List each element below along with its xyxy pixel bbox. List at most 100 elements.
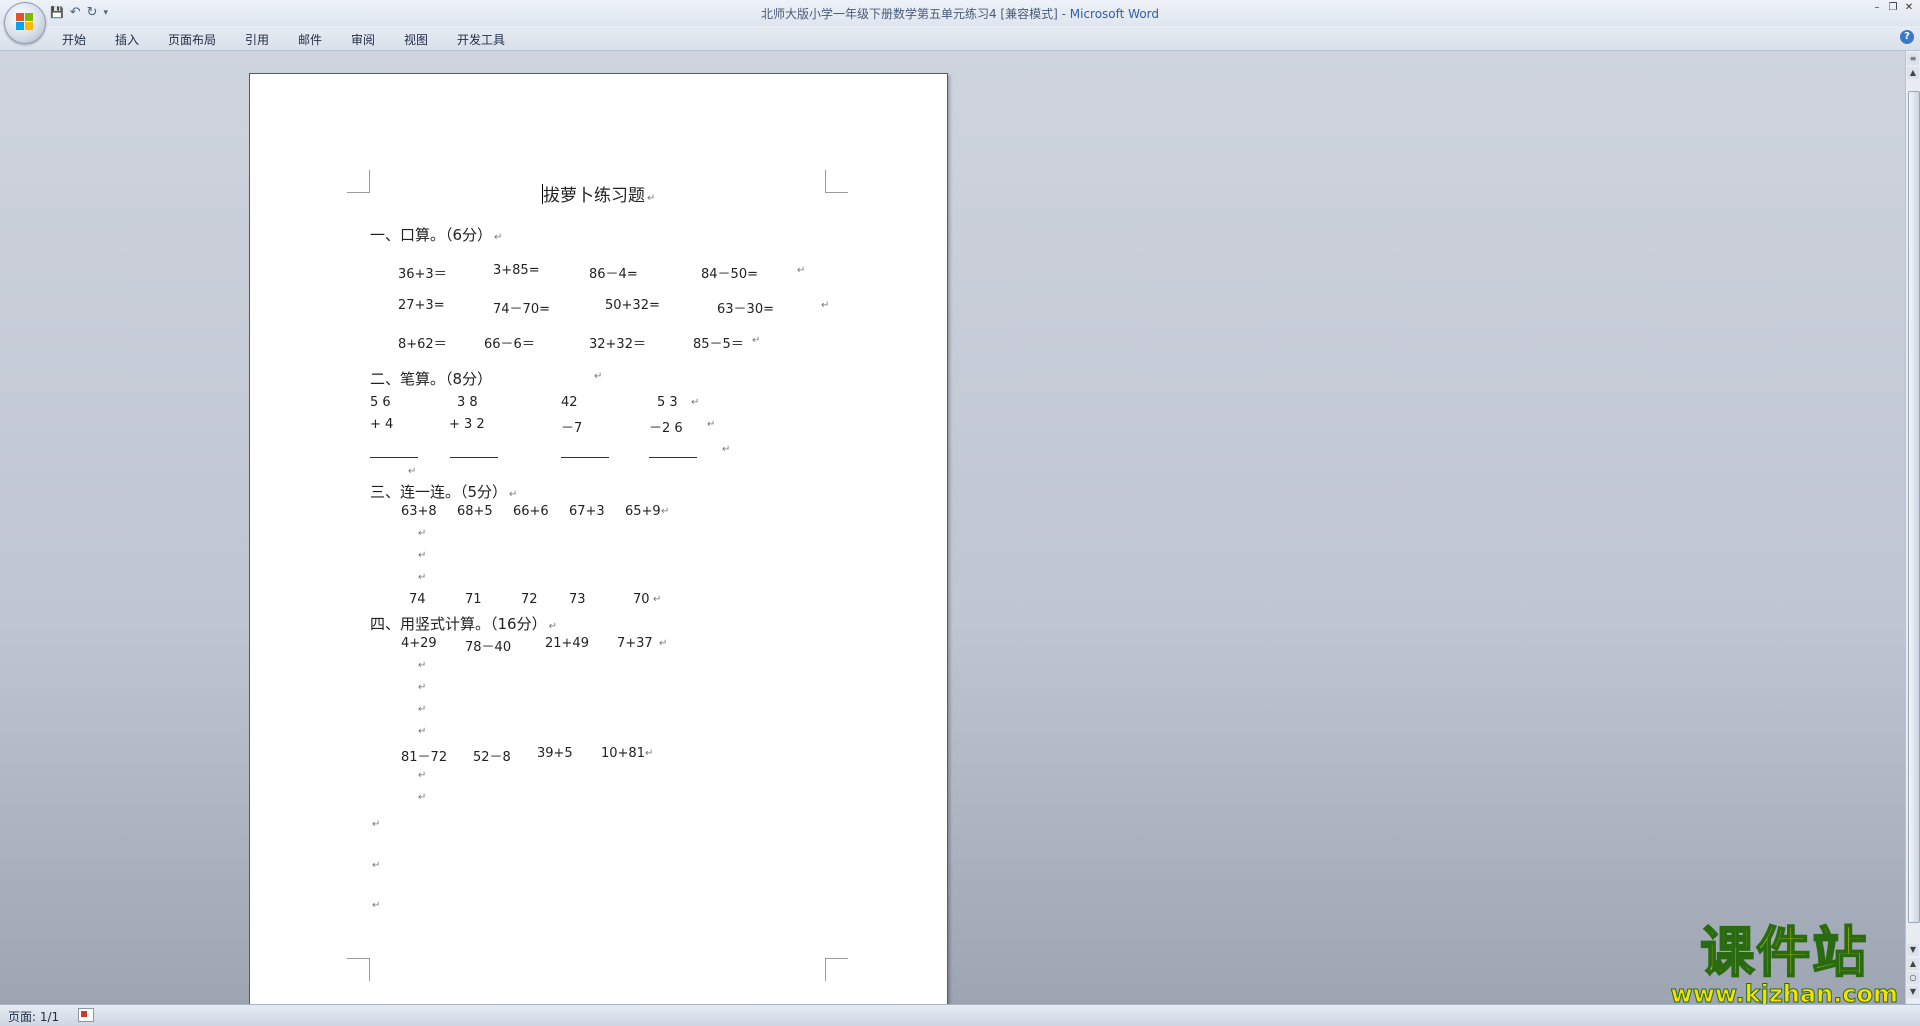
section-1-heading: 一、口算。（6分） ↵	[370, 226, 503, 244]
tab-mailings[interactable]: 邮件	[294, 29, 326, 50]
problem: 27+3=	[398, 298, 445, 313]
crop-mark	[347, 170, 370, 193]
paragraph-mark: ↵	[797, 265, 806, 276]
paragraph-mark: ↵	[418, 572, 427, 583]
problem: 66－6＝	[484, 337, 535, 352]
problem: 7+37	[617, 636, 653, 651]
crop-mark	[347, 958, 370, 981]
paragraph-mark: ↵	[659, 638, 668, 649]
problem: 63－30=	[717, 302, 774, 317]
tab-insert[interactable]: 插入	[111, 29, 143, 50]
vertical-bottom-number: －2 6	[649, 421, 683, 436]
expression: 63+8	[401, 504, 437, 519]
answer-line	[450, 457, 498, 458]
problem: 32+32＝	[589, 337, 646, 352]
answer-number: 70	[633, 592, 650, 607]
customize-toolbar-icon[interactable]: ▾	[104, 5, 109, 21]
app-name: Microsoft Word	[1069, 7, 1160, 21]
problem: 85－5＝	[693, 337, 744, 352]
macro-record-icon[interactable]	[78, 1008, 94, 1022]
vertical-top-number: 42	[561, 395, 578, 410]
tab-home[interactable]: 开始	[58, 29, 90, 50]
paragraph-mark: ↵	[418, 704, 427, 715]
watermark-logo: 课件站 www.kjzhan.com	[1670, 921, 1898, 1008]
paragraph-mark: ↵	[722, 444, 731, 455]
answer-line	[561, 457, 609, 458]
expression: 67+3	[569, 504, 605, 519]
select-browse-object-icon[interactable]: ○	[1907, 972, 1919, 984]
crop-mark	[825, 170, 848, 193]
paragraph-mark: ↵	[418, 682, 427, 693]
minimize-button[interactable]: –	[1870, 2, 1884, 14]
tab-view[interactable]: 视图	[400, 29, 432, 50]
save-icon[interactable]: 💾	[50, 5, 64, 21]
problem: 8+62＝	[398, 337, 447, 352]
vertical-bottom-number: －7	[561, 421, 583, 436]
paragraph-mark: ↵	[418, 660, 427, 671]
page-count[interactable]: 页面: 1/1	[8, 1008, 59, 1025]
problem: 39+5	[537, 746, 573, 761]
problem: 84－50=	[701, 267, 758, 282]
scroll-down-icon[interactable]: ▼	[1907, 944, 1919, 956]
paragraph-mark: ↵	[408, 466, 417, 477]
office-logo-icon	[16, 13, 34, 31]
problem: 52－8	[473, 750, 511, 765]
vertical-scrollbar[interactable]: ≡ ▲ ▼ ▲ ○ ▼	[1905, 51, 1920, 1004]
paragraph-mark: ↵	[372, 900, 381, 911]
restore-button[interactable]: ❐	[1886, 2, 1900, 14]
vertical-top-number: 5 3	[657, 395, 678, 410]
previous-page-icon[interactable]: ▲	[1907, 958, 1919, 970]
paragraph-mark: ↵	[418, 528, 427, 539]
expression: 65+9	[625, 504, 661, 519]
status-bar: 页面: 1/1	[0, 1004, 1920, 1026]
problem: 74－70=	[493, 302, 550, 317]
document-title: 北师大版小学一年级下册数学第五单元练习4 [兼容模式] -	[760, 7, 1070, 21]
answer-number: 71	[465, 592, 482, 607]
vertical-bottom-number: + 3 2	[449, 417, 485, 432]
tab-developer[interactable]: 开发工具	[453, 29, 509, 50]
problem: 36+3＝	[398, 267, 447, 282]
tab-review[interactable]: 审阅	[347, 29, 379, 50]
close-button[interactable]: ✕	[1902, 2, 1916, 14]
answer-number: 74	[409, 592, 426, 607]
tab-references[interactable]: 引用	[241, 29, 273, 50]
problem: 78－40	[465, 640, 512, 655]
next-page-icon[interactable]: ▼	[1907, 986, 1919, 998]
undo-icon[interactable]: ↶	[70, 5, 81, 21]
help-icon[interactable]: ?	[1900, 30, 1914, 44]
paragraph-mark: ↵	[661, 506, 670, 517]
problem: 21+49	[545, 636, 589, 651]
answer-number: 72	[521, 592, 538, 607]
crop-mark	[825, 958, 848, 981]
problem: 10+81	[601, 746, 645, 761]
paragraph-mark: ↵	[418, 726, 427, 737]
problem: 81－72	[401, 750, 448, 765]
paragraph-mark: ↵	[418, 770, 427, 781]
problem: 4+29	[401, 636, 437, 651]
quick-access-toolbar: 💾 ↶ ↻ ▾	[50, 4, 108, 22]
ruler-toggle-icon[interactable]: ≡	[1907, 53, 1919, 65]
document-page[interactable]: 拔萝卜练习题 ↵ 一、口算。（6分） ↵ 36+3＝ 3+85= 86－4= 84－…	[249, 73, 948, 1004]
redo-icon[interactable]: ↻	[87, 5, 98, 21]
expression: 68+5	[457, 504, 493, 519]
paragraph-mark: ↵	[707, 419, 716, 430]
window-controls: – ❐ ✕	[1870, 2, 1916, 14]
vertical-top-number: 5 6	[370, 395, 391, 410]
scrollbar-thumb[interactable]	[1908, 91, 1920, 923]
scroll-up-icon[interactable]: ▲	[1907, 67, 1919, 79]
answer-line	[649, 457, 697, 458]
problem: 3+85=	[493, 263, 540, 278]
problem: 50+32=	[605, 298, 660, 313]
expression: 66+6	[513, 504, 549, 519]
tab-page-layout[interactable]: 页面布局	[164, 29, 220, 50]
paragraph-mark: ↵	[752, 335, 761, 346]
problem: 86－4=	[589, 267, 638, 282]
title-bar: 北师大版小学一年级下册数学第五单元练习4 [兼容模式] - Microsoft …	[0, 0, 1920, 27]
answer-number: 73	[569, 592, 586, 607]
section-4-heading: 四、用竖式计算。（16分） ↵	[370, 615, 557, 633]
window-title: 北师大版小学一年级下册数学第五单元练习4 [兼容模式] - Microsoft …	[0, 5, 1920, 22]
document-workspace: 拔萝卜练习题 ↵ 一、口算。（6分） ↵ 36+3＝ 3+85= 86－4= 84－…	[0, 51, 1906, 1004]
office-button[interactable]	[4, 2, 46, 44]
section-2-heading: 二、笔算。（8分）	[370, 370, 493, 388]
paragraph-mark: ↵	[645, 748, 654, 759]
